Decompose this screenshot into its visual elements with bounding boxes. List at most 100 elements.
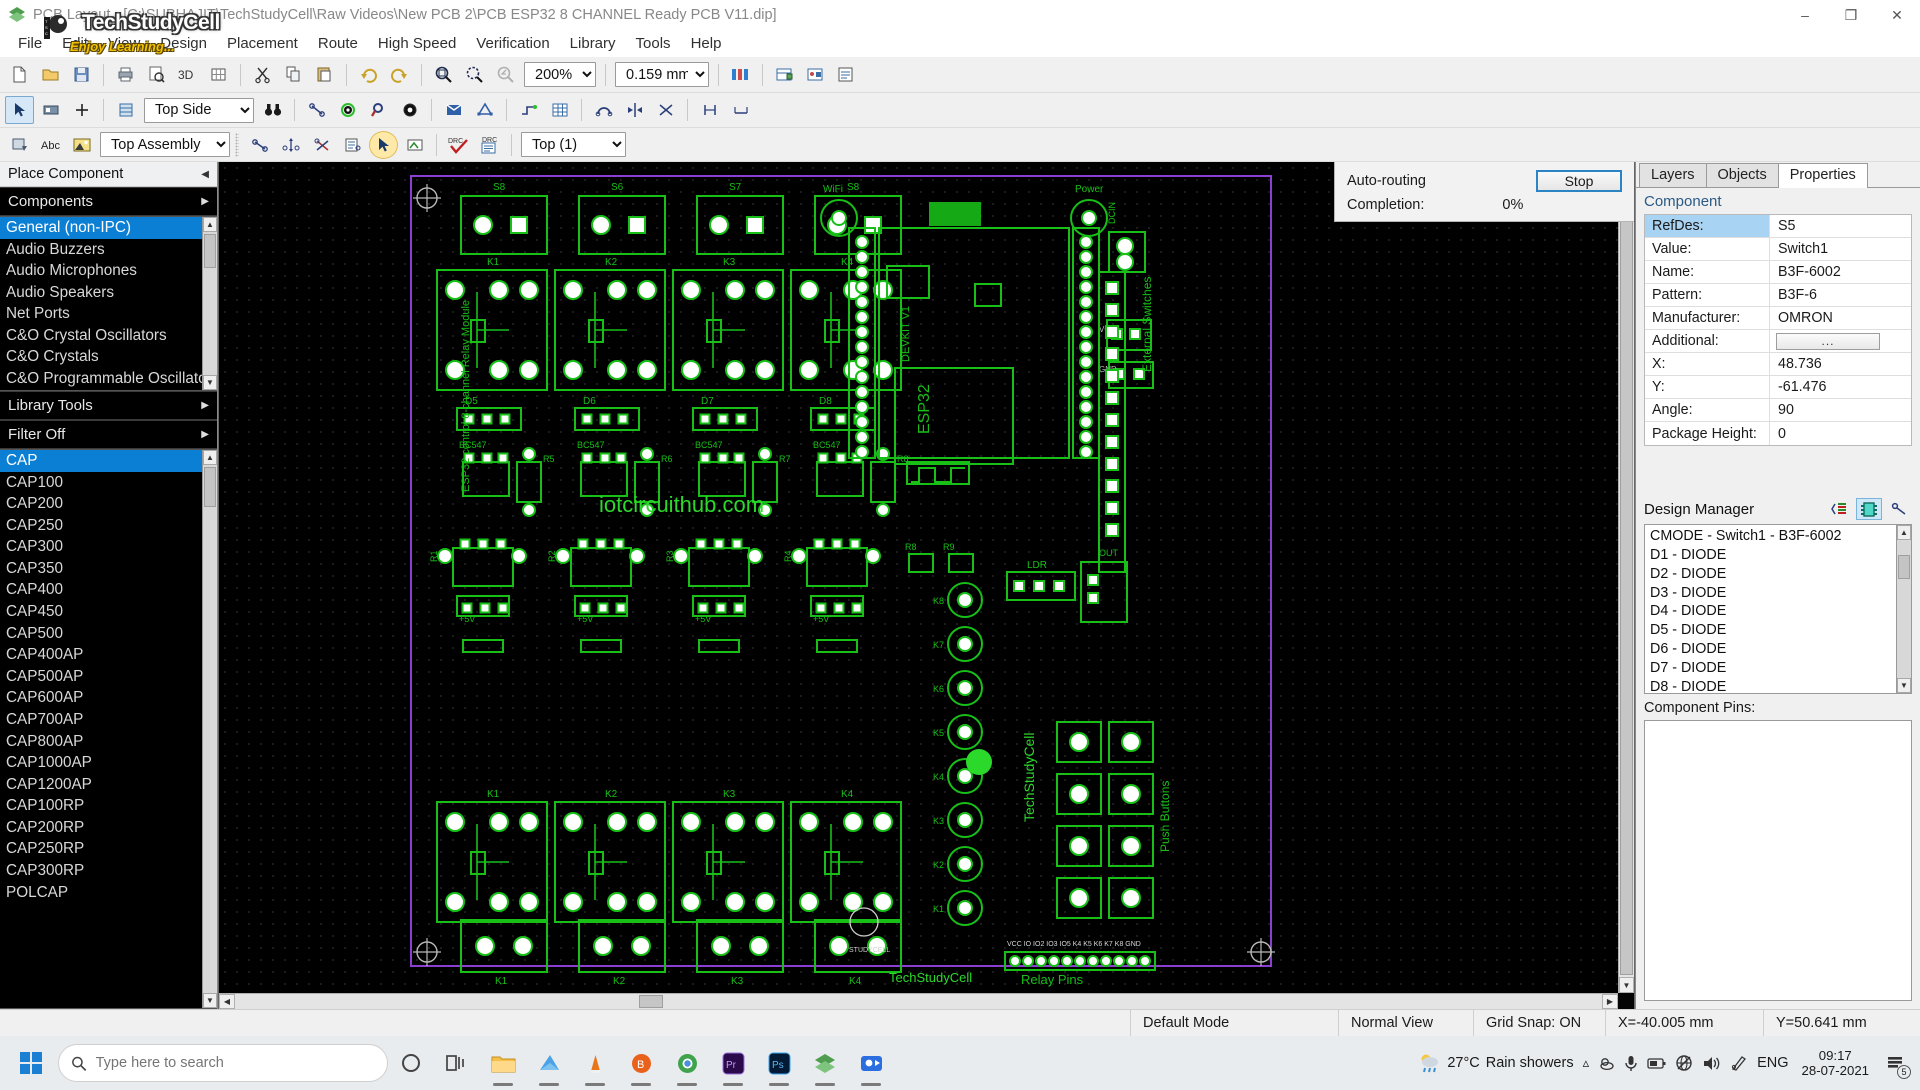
components-section-bar[interactable]: Components ▶ [0, 187, 217, 216]
scrollbar-thumb[interactable] [204, 467, 216, 507]
canvas-vertical-scrollbar[interactable]: ▲ ▼ [1618, 162, 1634, 993]
property-value[interactable]: OMRON [1770, 310, 1911, 326]
expand-right-icon[interactable]: ▶ [201, 429, 209, 440]
place-text-abc-icon[interactable]: Abc [36, 131, 65, 159]
tab-objects[interactable]: Objects [1706, 163, 1779, 187]
brave-browser-icon[interactable]: B [618, 1038, 664, 1088]
scroll-up-icon[interactable]: ▲ [1897, 525, 1911, 540]
assembly-layer-select[interactable]: Top AssemblyBottom Assembly [100, 132, 230, 157]
scrollbar-thumb[interactable] [1620, 180, 1633, 975]
component-category-item[interactable]: C&O Programmable Oscillato [0, 368, 217, 390]
component-part-item[interactable]: CAP250RP [0, 838, 217, 860]
close-button[interactable]: ✕ [1874, 0, 1920, 30]
scroll-down-icon[interactable]: ▼ [203, 993, 217, 1008]
component-category-item[interactable]: Audio Speakers [0, 282, 217, 304]
menu-item-route[interactable]: Route [308, 32, 368, 55]
component-category-item[interactable]: Net Ports [0, 303, 217, 325]
connections-view-icon[interactable] [1886, 498, 1912, 520]
component-parts-list[interactable]: CAPCAP100CAP200CAP250CAP300CAP350CAP400C… [0, 449, 217, 1009]
pcb-canvas[interactable]: S8S6S7S8K1K2K3K4K1K2K3K4K1K2K3K4D5BC547R… [219, 162, 1618, 993]
canvas-horizontal-scrollbar[interactable]: ◀ ▶ [219, 993, 1618, 1009]
component-part-item[interactable]: CAP400 [0, 579, 217, 601]
pcb-layout-app-icon[interactable] [802, 1038, 848, 1088]
component-part-item[interactable]: CAP250 [0, 515, 217, 537]
weather-widget[interactable]: 27°C Rain showers [1417, 1052, 1573, 1074]
premiere-pro-icon[interactable]: Pr [710, 1038, 756, 1088]
pcb-canvas-area[interactable]: S8S6S7S8K1K2K3K4K1K2K3K4K1K2K3K4D5BC547R… [218, 162, 1635, 1009]
place-pad-tool-button[interactable] [395, 96, 424, 124]
component-manager-button[interactable] [801, 61, 830, 89]
find-binoculars-icon[interactable] [258, 96, 287, 124]
additional-properties-button[interactable]: ... [1776, 333, 1880, 350]
expand-right-icon[interactable]: ▶ [201, 400, 209, 411]
property-row[interactable]: Manufacturer:OMRON [1645, 307, 1911, 330]
search-input[interactable] [96, 1055, 375, 1071]
board-side-select[interactable]: Top SideBottom Side [144, 98, 254, 123]
zoom-level-select[interactable]: 50%100%200%400% [524, 62, 596, 87]
menu-item-design[interactable]: Design [150, 32, 217, 55]
zoom-in-button[interactable] [429, 61, 458, 89]
add-point-tool-button[interactable] [67, 96, 96, 124]
property-row[interactable]: Value:Switch1 [1645, 238, 1911, 261]
menu-item-file[interactable]: File [8, 32, 52, 55]
connection-line-tool-button[interactable] [245, 131, 274, 159]
design-manager-item[interactable]: D1 - DIODE [1645, 546, 1911, 565]
chrome-icon[interactable] [664, 1038, 710, 1088]
property-row[interactable]: Package Height:0 [1645, 422, 1911, 445]
design-rules-button[interactable] [832, 61, 861, 89]
place-component-tool-button[interactable] [36, 96, 65, 124]
auto-route-stop-button[interactable] [400, 131, 429, 159]
collapse-left-icon[interactable]: ◀ [201, 169, 209, 180]
component-category-item[interactable]: Audio Buzzers [0, 239, 217, 261]
grid-settings-button[interactable] [204, 61, 233, 89]
menu-item-tools[interactable]: Tools [626, 32, 681, 55]
menu-item-high-speed[interactable]: High Speed [368, 32, 466, 55]
component-category-item[interactable]: C&O Crystals [0, 346, 217, 368]
save-button[interactable] [67, 61, 96, 89]
design-manager-item[interactable]: D2 - DIODE [1645, 565, 1911, 584]
expand-right-icon[interactable]: ▶ [201, 196, 209, 207]
design-manager-scrollbar[interactable]: ▲ ▼ [1896, 525, 1911, 693]
photoshop-icon[interactable]: Ps [756, 1038, 802, 1088]
property-value[interactable]: B3F-6 [1770, 287, 1911, 303]
language-indicator[interactable]: ENG [1757, 1055, 1788, 1071]
tab-layers[interactable]: Layers [1639, 163, 1707, 187]
arc-tool-button[interactable] [589, 96, 618, 124]
drc-check-icon[interactable]: DRC [444, 131, 473, 159]
menu-item-edit[interactable]: Edit [52, 32, 98, 55]
component-category-list[interactable]: General (non-IPC)Audio BuzzersAudio Micr… [0, 216, 217, 391]
active-layer-select[interactable]: Top (1)Bottom (2) [521, 132, 626, 157]
net-manager-button[interactable] [770, 61, 799, 89]
property-value[interactable]: 0 [1770, 426, 1911, 442]
file-explorer-icon[interactable] [480, 1038, 526, 1088]
copper-pour-tool-button[interactable] [439, 96, 468, 124]
scroll-left-icon[interactable]: ◀ [219, 994, 235, 1009]
component-part-item[interactable]: CAP100 [0, 472, 217, 494]
microphone-icon[interactable] [1624, 1054, 1638, 1072]
filter-bar[interactable]: Filter Off ▶ [0, 420, 217, 449]
component-part-item[interactable]: CAP300 [0, 536, 217, 558]
scrollbar-thumb[interactable] [1898, 555, 1910, 579]
design-manager-item[interactable]: D4 - DIODE [1645, 602, 1911, 621]
auto-route-tool-button[interactable] [514, 96, 543, 124]
battery-icon[interactable] [1647, 1056, 1666, 1071]
property-row[interactable]: Angle:90 [1645, 399, 1911, 422]
property-row[interactable]: X:48.736 [1645, 353, 1911, 376]
tray-expand-chevron-icon[interactable]: ▵ [1583, 1055, 1590, 1071]
design-manager-item[interactable]: D5 - DIODE [1645, 621, 1911, 640]
property-row[interactable]: Additional:... [1645, 330, 1911, 353]
scroll-down-icon[interactable]: ▼ [1897, 678, 1911, 693]
design-manager-item[interactable]: D6 - DIODE [1645, 640, 1911, 659]
menu-item-view[interactable]: View [98, 32, 150, 55]
menu-item-library[interactable]: Library [560, 32, 626, 55]
net-reconnect-tool-button[interactable] [276, 131, 305, 159]
netlist-report-button[interactable] [338, 131, 367, 159]
property-value[interactable]: 48.736 [1770, 356, 1911, 372]
property-row[interactable]: Pattern:B3F-6 [1645, 284, 1911, 307]
swap-nets-tool-button[interactable] [307, 131, 336, 159]
zoom-fit-button[interactable] [460, 61, 489, 89]
layer-view-button[interactable] [111, 96, 140, 124]
component-part-item[interactable]: CAP500AP [0, 666, 217, 688]
scroll-down-icon[interactable]: ▼ [203, 375, 217, 390]
new-file-button[interactable] [5, 61, 34, 89]
